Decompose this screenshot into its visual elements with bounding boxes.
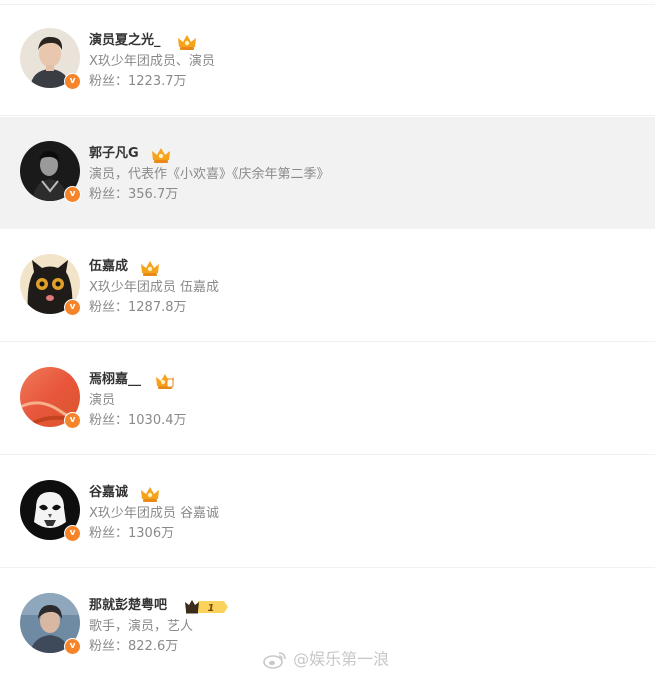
user-name[interactable]: 演员夏之光_ xyxy=(89,32,161,50)
verified-badge-icon: v xyxy=(64,525,81,542)
fan-count: 粉丝：1287.8万 xyxy=(89,300,187,315)
fan-count: 粉丝：1223.7万 xyxy=(89,74,187,89)
user-name[interactable]: 那就彭楚粤吧 xyxy=(89,597,167,615)
user-row[interactable]: v 伍嘉成 X玖少年团成员 伍嘉成 粉丝：1287.8万 xyxy=(0,230,655,342)
watermark: @娱乐第一浪 xyxy=(262,647,389,671)
member-level-number: 1 xyxy=(208,603,215,614)
verified-badge-icon: v xyxy=(64,73,81,90)
weibo-logo-icon xyxy=(263,651,286,669)
user-description: 演员 xyxy=(89,393,116,408)
member-level-icon: 1 xyxy=(185,600,228,614)
crown-icon xyxy=(141,487,159,502)
user-name[interactable]: 焉栩嘉__ xyxy=(89,371,141,389)
user-description: X玖少年团成员 谷嘉诚 xyxy=(89,506,220,521)
crown-icon xyxy=(152,148,170,163)
user-name[interactable]: 谷嘉诚 xyxy=(89,484,128,502)
user-name[interactable]: 郭子凡G xyxy=(89,145,139,163)
user-row[interactable]: v 谷嘉诚 X玖少年团成员 谷嘉诚 粉丝：1306万 xyxy=(0,456,655,568)
crown-flag-icon xyxy=(156,374,174,389)
fan-count: 粉丝：1030.4万 xyxy=(89,413,187,428)
user-description: 演员，代表作《小欢喜》《庆余年第二季》 xyxy=(89,167,330,182)
user-description: X玖少年团成员、演员 xyxy=(89,54,215,69)
user-description: 歌手，演员，艺人 xyxy=(89,619,194,634)
crown-icon xyxy=(141,261,159,276)
verified-badge-icon: v xyxy=(64,186,81,203)
fan-count: 粉丝：356.7万 xyxy=(89,187,179,202)
watermark-text: @娱乐第一浪 xyxy=(293,649,390,669)
divider xyxy=(0,567,655,568)
verified-badge-icon: v xyxy=(64,412,81,429)
fan-count: 粉丝：822.6万 xyxy=(89,639,179,654)
divider xyxy=(0,341,655,342)
verified-badge-icon: v xyxy=(64,299,81,316)
user-description: X玖少年团成员 伍嘉成 xyxy=(89,280,220,295)
divider xyxy=(0,454,655,455)
divider xyxy=(0,115,655,116)
verified-badge-icon: v xyxy=(64,638,81,655)
fan-count: 粉丝：1306万 xyxy=(89,526,175,541)
user-row[interactable]: v 郭子凡G 演员，代表作《小欢喜》《庆余年第二季》 粉丝：356.7万 xyxy=(0,117,655,229)
user-row[interactable]: v 演员夏之光_ X玖少年团成员、演员 粉丝：1223.7万 xyxy=(0,4,655,116)
user-name[interactable]: 伍嘉成 xyxy=(89,258,128,276)
crown-icon xyxy=(178,35,196,50)
user-row[interactable]: v 焉栩嘉__ 演员 粉丝：1030.4万 xyxy=(0,343,655,455)
